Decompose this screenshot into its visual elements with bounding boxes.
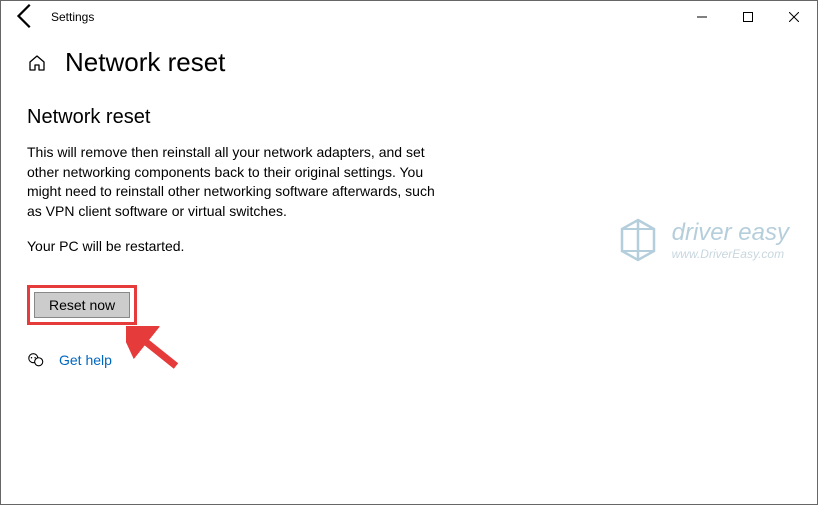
page-title: Network reset bbox=[65, 47, 225, 78]
get-help-link[interactable]: Get help bbox=[59, 352, 112, 368]
app-title: Settings bbox=[41, 10, 94, 24]
main-content: Network reset This will remove then rein… bbox=[1, 86, 461, 389]
watermark-url: www.DriverEasy.com bbox=[672, 247, 789, 261]
watermark-brand: driver easy bbox=[672, 219, 789, 247]
section-heading: Network reset bbox=[27, 106, 435, 129]
minimize-button[interactable] bbox=[679, 1, 725, 33]
help-icon bbox=[27, 351, 45, 369]
restart-notice: Your PC will be restarted. bbox=[27, 237, 435, 257]
home-icon[interactable] bbox=[27, 53, 47, 73]
description-text: This will remove then reinstall all your… bbox=[27, 143, 435, 221]
titlebar: Settings bbox=[1, 1, 817, 33]
page-header: Network reset bbox=[1, 33, 817, 86]
window-controls bbox=[679, 1, 817, 33]
reset-highlight: Reset now bbox=[27, 285, 137, 325]
close-button[interactable] bbox=[771, 1, 817, 33]
reset-now-button[interactable]: Reset now bbox=[34, 292, 130, 318]
back-button[interactable] bbox=[11, 1, 41, 34]
watermark-text: driver easy www.DriverEasy.com bbox=[672, 219, 789, 261]
watermark: driver easy www.DriverEasy.com bbox=[614, 216, 789, 264]
watermark-logo-icon bbox=[614, 216, 662, 264]
maximize-button[interactable] bbox=[725, 1, 771, 33]
help-row: Get help bbox=[27, 351, 435, 369]
